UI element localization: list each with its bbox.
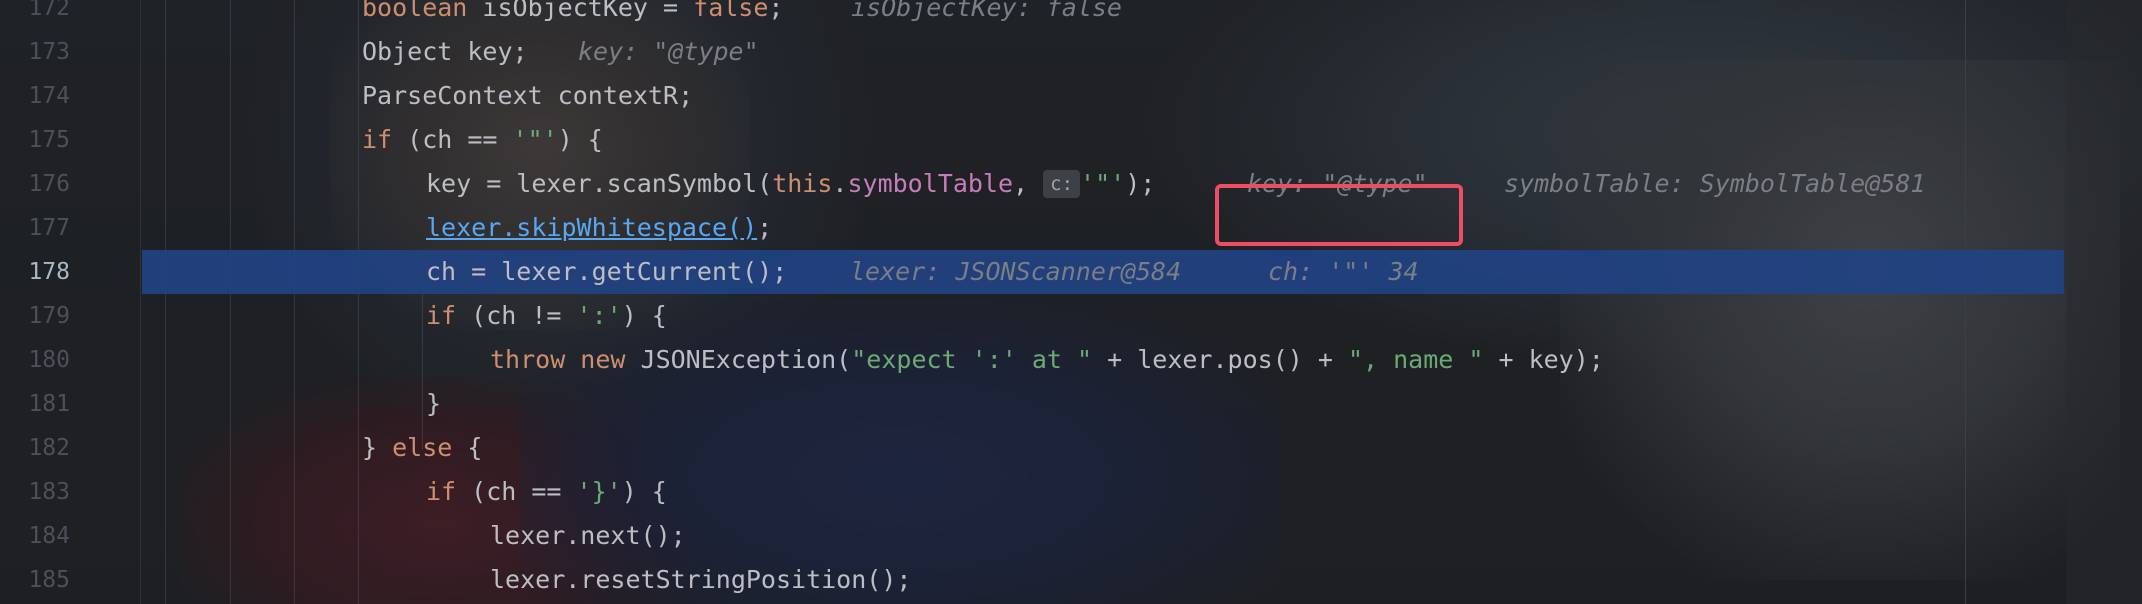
code-token: ) { — [557, 125, 603, 154]
code-token: (ch == — [392, 125, 513, 154]
inline-debug-value: key: "@type" — [578, 37, 759, 66]
code-token: ':' — [576, 301, 622, 330]
code-token: if — [426, 477, 457, 506]
code-text[interactable]: ch = lexer.getCurrent(); — [426, 250, 787, 294]
code-token: ) { — [621, 477, 667, 506]
line-number[interactable]: 179 — [0, 294, 70, 338]
code-token: '"' — [1080, 169, 1126, 198]
code-token: Object key; — [362, 37, 528, 66]
code-text[interactable]: if (ch == '"') { — [362, 118, 603, 162]
line-number[interactable]: 183 — [0, 470, 70, 514]
code-token: ; — [757, 213, 773, 242]
code-line[interactable]: 182} else { — [0, 426, 2142, 470]
code-token: , — [1013, 169, 1044, 198]
line-number[interactable]: 184 — [0, 514, 70, 558]
code-token: if — [426, 301, 457, 330]
code-line[interactable]: 174 ParseContext contextR; — [0, 74, 2142, 118]
code-text[interactable]: lexer.resetStringPosition(); — [490, 558, 911, 602]
code-line[interactable]: 184 lexer.next(); — [0, 514, 2142, 558]
code-token: + lexer.pos() + — [1092, 345, 1348, 374]
code-token: ParseContext contextR; — [362, 81, 694, 110]
code-text[interactable]: } — [426, 382, 441, 426]
code-token: } — [426, 389, 442, 418]
line-number[interactable]: 185 — [0, 558, 70, 602]
line-number[interactable]: 182 — [0, 426, 70, 470]
code-line[interactable]: 176 key = lexer.scanSymbol(this.symbolTab… — [0, 162, 2142, 206]
code-token: "expect ':' at " — [851, 345, 1093, 374]
code-line[interactable]: 173 Object key; key: "@type" — [0, 30, 2142, 74]
code-text[interactable]: if (ch != ':') { — [426, 294, 667, 338]
code-text[interactable]: key = lexer.scanSymbol(this.symbolTable,… — [426, 162, 1155, 206]
code-token: . — [832, 169, 848, 198]
code-line[interactable]: 181} — [0, 382, 2142, 426]
line-number[interactable]: 174 — [0, 74, 70, 118]
parameter-name-hint: c: — [1043, 170, 1081, 198]
code-token: + key); — [1483, 345, 1604, 374]
line-number[interactable]: 173 — [0, 30, 70, 74]
code-token: isObjectKey = — [467, 0, 694, 22]
code-token: boolean — [362, 0, 468, 22]
line-number[interactable]: 175 — [0, 118, 70, 162]
code-text[interactable]: boolean isObjectKey = false; — [362, 0, 783, 30]
code-token: JSONException( — [625, 345, 852, 374]
code-text[interactable]: ParseContext contextR; — [362, 74, 693, 118]
annotation-highlight-box — [1215, 184, 1463, 246]
code-token: (ch != — [456, 301, 577, 330]
code-token: throw new — [490, 345, 626, 374]
line-number[interactable]: 178 — [0, 250, 70, 294]
inline-debug-value: lexer: JSONScanner@584 — [850, 257, 1182, 286]
code-line[interactable]: 185 lexer.resetStringPosition(); — [0, 558, 2142, 602]
code-token: this — [772, 169, 833, 198]
method-link[interactable]: lexer.skipWhitespace() — [426, 213, 757, 242]
code-line[interactable]: 175 if (ch == '"') { — [0, 118, 2142, 162]
code-line[interactable]: 172 boolean isObjectKey = false; isObjectK… — [0, 0, 2142, 30]
code-token: (ch == — [456, 477, 577, 506]
code-line-current[interactable]: 178 ch = lexer.getCurrent(); lexer: JSONSc… — [0, 250, 2142, 294]
code-token: ) { — [621, 301, 667, 330]
inline-debug-value: symbolTable: SymbolTable@581 — [1504, 169, 1926, 198]
code-token: '"' — [512, 125, 558, 154]
code-text[interactable]: } else { — [362, 426, 482, 470]
line-number[interactable]: 172 — [0, 0, 70, 30]
code-token: } — [362, 433, 393, 462]
code-token: lexer.next(); — [490, 521, 686, 550]
code-token: '}' — [576, 477, 622, 506]
code-text[interactable]: lexer.next(); — [490, 514, 686, 558]
code-token: lexer.resetStringPosition(); — [490, 565, 912, 594]
code-token: ; — [768, 0, 784, 22]
code-line[interactable]: 183 if (ch == '}') { — [0, 470, 2142, 514]
code-line[interactable]: 179 if (ch != ':') { — [0, 294, 2142, 338]
code-token: if — [362, 125, 393, 154]
code-token: else — [392, 433, 453, 462]
code-text[interactable]: throw new JSONException("expect ':' at "… — [490, 338, 1604, 382]
code-text[interactable]: Object key; — [362, 30, 528, 74]
inline-debug-value: isObjectKey: false — [851, 0, 1122, 22]
code-token: symbolTable — [847, 169, 1014, 198]
code-token: false — [693, 0, 769, 22]
line-number[interactable]: 177 — [0, 206, 70, 250]
code-token: key = lexer.scanSymbol( — [426, 169, 773, 198]
code-token: ); — [1125, 169, 1156, 198]
code-line[interactable]: 180 throw new JSONException("expect ':' a… — [0, 338, 2142, 382]
code-line[interactable]: 177 lexer.skipWhitespace(); — [0, 206, 2142, 250]
code-text[interactable]: if (ch == '}') { — [426, 470, 667, 514]
code-token: ch = lexer.getCurrent(); — [426, 257, 788, 286]
code-token: { — [452, 433, 483, 462]
line-number[interactable]: 180 — [0, 338, 70, 382]
line-number[interactable]: 181 — [0, 382, 70, 426]
inline-debug-value: ch: '"' 34 — [1268, 257, 1419, 286]
code-token: ", name " — [1347, 345, 1484, 374]
code-text[interactable]: lexer.skipWhitespace(); — [426, 206, 772, 250]
line-number[interactable]: 176 — [0, 162, 70, 206]
